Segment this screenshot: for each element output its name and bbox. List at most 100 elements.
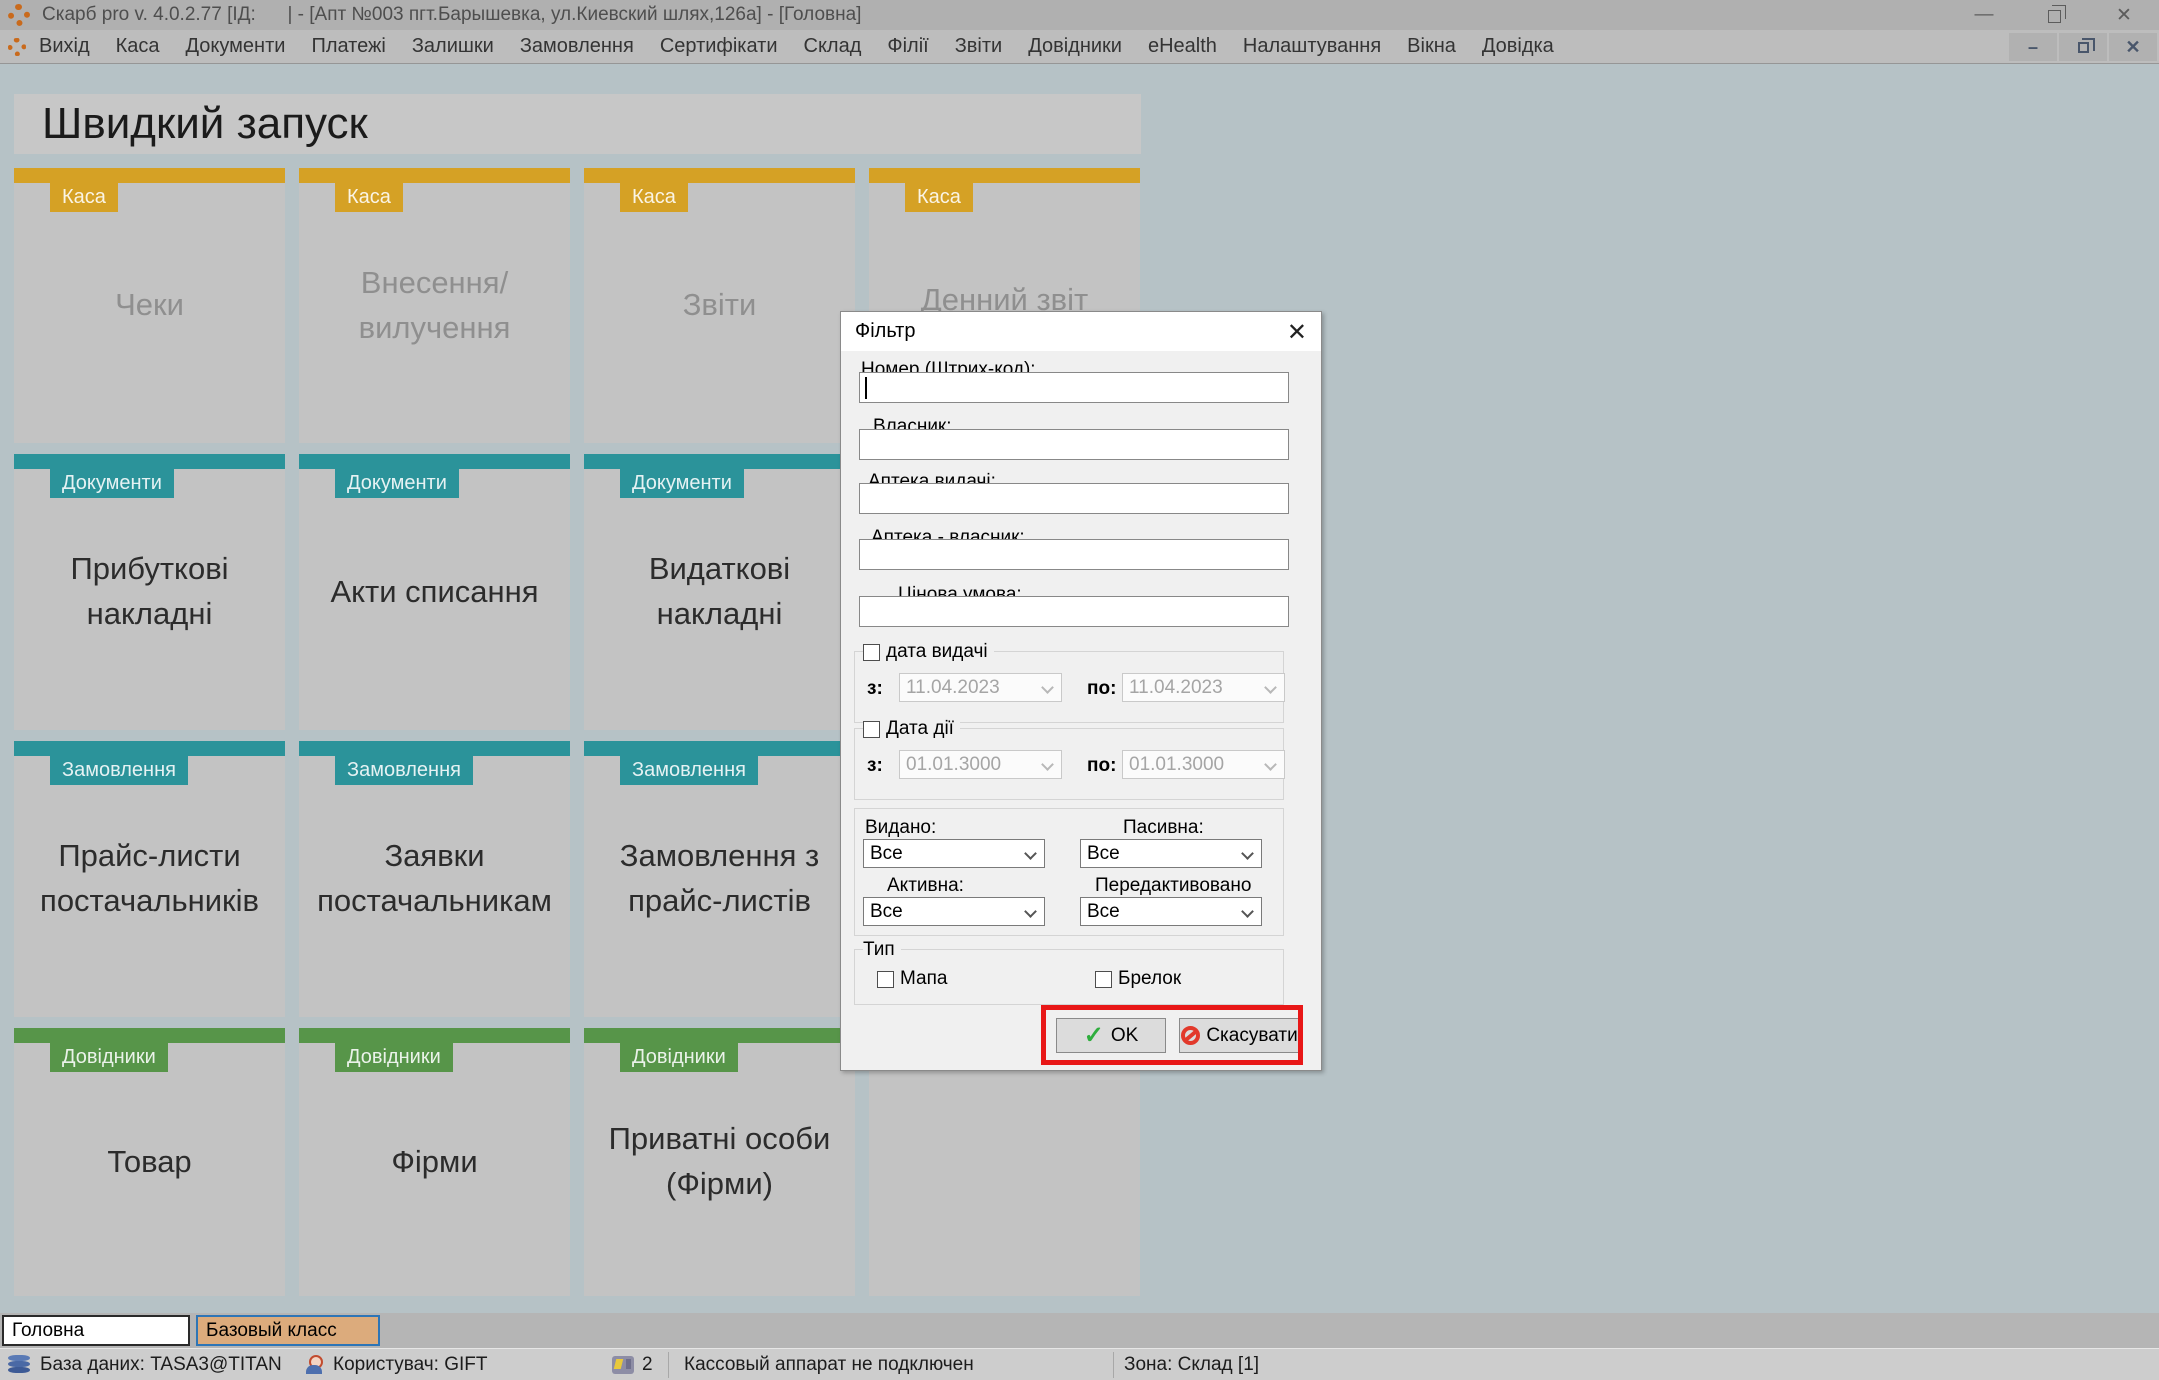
- menu-sertyfikaty[interactable]: Сертифікати: [647, 35, 791, 58]
- tile-prybutkovi-nakladni[interactable]: Документи Прибуткові накладні: [14, 454, 285, 730]
- window-titlebar: Скарб pro v. 4.0.2.77 [ІД: | - [Апт №003…: [0, 0, 2159, 30]
- cancel-button[interactable]: Скасувати: [1179, 1018, 1300, 1053]
- close-button[interactable]: ✕: [2089, 0, 2159, 30]
- action-date-to-combo[interactable]: 01.01.3000: [1122, 750, 1285, 779]
- tile-pryvatni-osoby[interactable]: Довідники Приватні особи (Фірми): [584, 1028, 855, 1296]
- mdi-restore-button[interactable]: [2059, 33, 2107, 61]
- tile-zvity[interactable]: Каса Звіти: [584, 168, 855, 443]
- brelok-checkbox[interactable]: [1095, 971, 1112, 988]
- brelok-label: Брелок: [1118, 968, 1181, 990]
- pre-activated-select[interactable]: Все: [1080, 897, 1262, 926]
- restore-button[interactable]: [2019, 0, 2089, 30]
- tile-label: Приватні особи (Фірми): [584, 1028, 855, 1296]
- mapa-label: Мапа: [900, 968, 947, 990]
- active-label: Активна:: [887, 875, 964, 897]
- minimize-button[interactable]: —: [1949, 0, 2019, 30]
- chevron-down-icon: [1041, 758, 1054, 771]
- tile-label: Акти списання: [299, 454, 570, 730]
- menu-sklad[interactable]: Склад: [791, 35, 875, 58]
- action-date-checkbox[interactable]: [863, 721, 880, 738]
- restore-icon: [2048, 10, 2061, 23]
- tile-akty-spysannia[interactable]: Документи Акти списання: [299, 454, 570, 730]
- tab-holovna[interactable]: Головна: [2, 1315, 190, 1346]
- passive-select[interactable]: Все: [1080, 839, 1262, 868]
- chevron-down-icon: [1264, 758, 1277, 771]
- issue-date-to-combo[interactable]: 11.04.2023: [1122, 673, 1285, 702]
- tile-label: Прайс-листи постачальників: [14, 741, 285, 1017]
- menu-nalashtuvannia[interactable]: Налаштування: [1230, 35, 1394, 58]
- status-cash-register: Кассовый аппарат не подключен: [684, 1354, 974, 1376]
- tab-bazovyi-klass[interactable]: Базовый класс: [196, 1315, 380, 1346]
- tile-label: Фірми: [299, 1028, 570, 1296]
- from-label: з:: [867, 678, 883, 700]
- tile-firmy[interactable]: Довідники Фірми: [299, 1028, 570, 1296]
- issued-select[interactable]: Все: [863, 839, 1045, 868]
- menu-vikna[interactable]: Вікна: [1394, 35, 1469, 58]
- menu-ehealth[interactable]: eHealth: [1135, 35, 1230, 58]
- tile-label: Видаткові накладні: [584, 454, 855, 730]
- action-date-group: Дата дії з: 01.01.3000 по: 01.01.3000: [854, 728, 1284, 800]
- mdi-minimize-button[interactable]: –: [2009, 33, 2057, 61]
- dialog-close-icon[interactable]: ✕: [1287, 318, 1307, 347]
- tile-vydatkovi-nakladni[interactable]: Документи Видаткові накладні: [584, 454, 855, 730]
- passive-label: Пасивна:: [1123, 817, 1204, 839]
- from-label: з:: [867, 755, 883, 777]
- status-selects-group: Видано: Пасивна: Все Все Активна: Переда…: [854, 808, 1284, 936]
- menu-zvity[interactable]: Звіти: [942, 35, 1015, 58]
- action-date-to-value: 01.01.3000: [1129, 754, 1224, 776]
- owner-input[interactable]: [859, 429, 1289, 460]
- menu-zamovlennia[interactable]: Замовлення: [507, 35, 647, 58]
- number-barcode-input[interactable]: [859, 372, 1289, 403]
- chevron-down-icon: [1264, 681, 1277, 694]
- menu-vykhid[interactable]: Вихід: [26, 35, 103, 58]
- mapa-checkbox[interactable]: [877, 971, 894, 988]
- issue-date-checkbox[interactable]: [863, 644, 880, 661]
- to-label: по:: [1087, 678, 1116, 700]
- type-group: Тип Мапа Брелок: [854, 949, 1284, 1005]
- issue-date-to-value: 11.04.2023: [1129, 677, 1223, 699]
- action-date-from-combo[interactable]: 01.01.3000: [899, 750, 1062, 779]
- ok-button[interactable]: ✓ OK: [1056, 1018, 1166, 1053]
- tab-label: Базовый класс: [206, 1320, 337, 1342]
- menu-kasa[interactable]: Каса: [103, 35, 173, 58]
- action-date-group-label: Дата дії: [886, 718, 954, 740]
- mdi-close-button[interactable]: ✕: [2109, 33, 2157, 61]
- user-icon: [305, 1355, 323, 1375]
- menu-dokumenty[interactable]: Документи: [173, 35, 299, 58]
- tile-vnesennia-vyluchennia[interactable]: Каса Внесення/вилучення: [299, 168, 570, 443]
- menu-bar: Вихід Каса Документи Платежі Залишки Зам…: [0, 30, 2159, 64]
- pharmacy-owner-input[interactable]: [859, 539, 1289, 570]
- menu-dovidka[interactable]: Довідка: [1469, 35, 1567, 58]
- dialog-titlebar: Фільтр: [841, 312, 1321, 351]
- tile-prais-lysty-postachalnykiv[interactable]: Замовлення Прайс-листи постачальників: [14, 741, 285, 1017]
- status-user: Користувач: GIFT: [333, 1354, 488, 1376]
- tile-label: Замовлення з прайс-листів: [584, 741, 855, 1017]
- tile-zaiavky-postachalnykam[interactable]: Замовлення Заявки постачальникам: [299, 741, 570, 1017]
- menu-platezhi[interactable]: Платежі: [298, 35, 398, 58]
- issue-date-from-combo[interactable]: 11.04.2023: [899, 673, 1062, 702]
- tile-cheky[interactable]: Каса Чеки: [14, 168, 285, 443]
- active-select[interactable]: Все: [863, 897, 1045, 926]
- menu-filii[interactable]: Філії: [874, 35, 941, 58]
- active-value: Все: [870, 901, 903, 923]
- chevron-down-icon: [1024, 905, 1037, 918]
- price-condition-input[interactable]: [859, 596, 1289, 627]
- menu-zalyshky[interactable]: Залишки: [399, 35, 507, 58]
- tile-label: Внесення/вилучення: [299, 168, 570, 443]
- tile-label: Прибуткові накладні: [14, 454, 285, 730]
- issue-date-group-label: дата видачі: [886, 641, 988, 663]
- issue-date-from-value: 11.04.2023: [906, 677, 1000, 699]
- app-logo-icon: [8, 4, 30, 26]
- no-entry-icon: [1181, 1026, 1200, 1045]
- tile-label: Заявки постачальникам: [299, 741, 570, 1017]
- menu-dovidnyky[interactable]: Довідники: [1015, 35, 1135, 58]
- tile-tovar[interactable]: Довідники Товар: [14, 1028, 285, 1296]
- mdi-restore-icon: [2078, 42, 2089, 53]
- dialog-title: Фільтр: [855, 320, 915, 343]
- issued-value: Все: [870, 843, 903, 865]
- pre-activated-label: Передактивовано: [1095, 875, 1251, 897]
- tile-zamovlennia-z-prais-lystiv[interactable]: Замовлення Замовлення з прайс-листів: [584, 741, 855, 1017]
- filter-dialog: Фільтр ✕ Номер (Штрих-код): Власник: Апт…: [840, 311, 1322, 1071]
- pharmacy-issue-input[interactable]: [859, 483, 1289, 514]
- mdi-child-icon: [8, 38, 26, 56]
